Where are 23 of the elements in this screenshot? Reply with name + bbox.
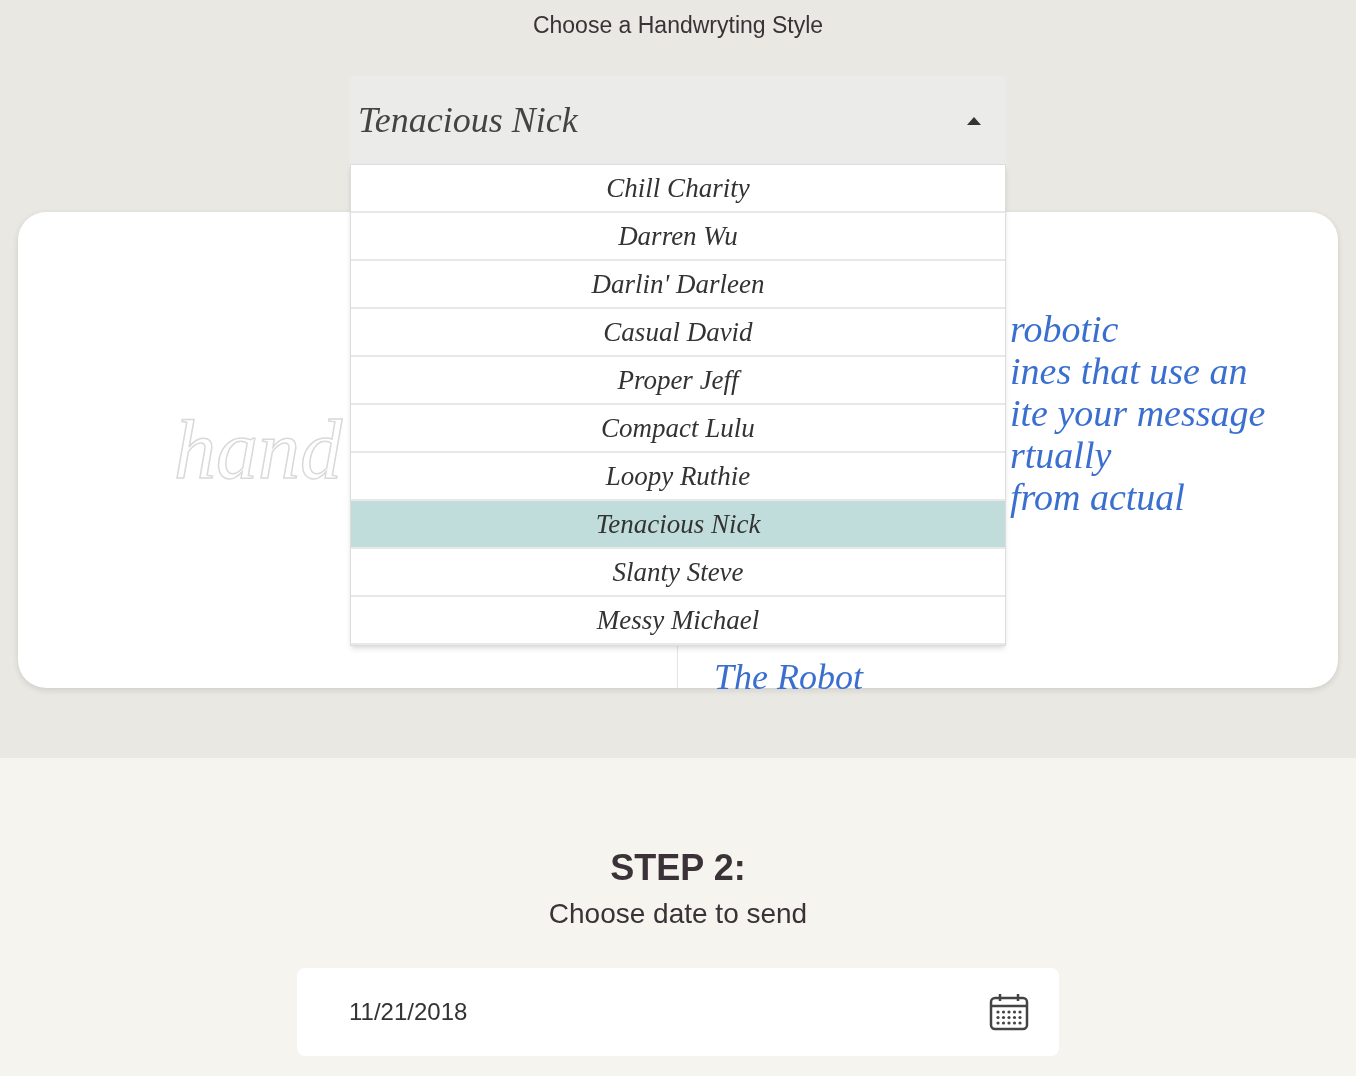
dropdown-option[interactable]: Casual David: [351, 309, 1005, 357]
section-heading: Choose a Handwryting Style: [532, 11, 824, 40]
dropdown-option[interactable]: Slanty Steve: [351, 549, 1005, 597]
handwritten-line: rtually: [1010, 434, 1112, 476]
date-field[interactable]: 11/21/2018: [297, 968, 1059, 1056]
dropdown-option[interactable]: Darren Wu: [351, 213, 1005, 261]
step-subtitle: Choose date to send: [548, 897, 808, 931]
dropdown-option[interactable]: Messy Michael: [351, 597, 1005, 645]
dropdown-option[interactable]: Chill Charity: [351, 165, 1005, 213]
style-select[interactable]: Tenacious Nick: [350, 76, 1006, 164]
step-title: STEP 2:: [610, 846, 746, 890]
calendar-icon: [989, 993, 1029, 1031]
handwritten-line: robotic: [1010, 308, 1119, 350]
dropdown-option[interactable]: Tenacious Nick: [351, 501, 1005, 549]
handwritten-signature: The Robot: [714, 658, 863, 696]
caret-up-icon: [966, 115, 982, 125]
handwritten-line: ines that use an: [1010, 350, 1248, 392]
dropdown-option[interactable]: Compact Lulu: [351, 405, 1005, 453]
handwritten-line: from actual: [1010, 476, 1185, 518]
dropdown-option[interactable]: Loopy Ruthie: [351, 453, 1005, 501]
dropdown-option[interactable]: Proper Jeff: [351, 357, 1005, 405]
dropdown-option[interactable]: Darlin' Darleen: [351, 261, 1005, 309]
handwritten-line: ite your message: [1010, 392, 1266, 434]
